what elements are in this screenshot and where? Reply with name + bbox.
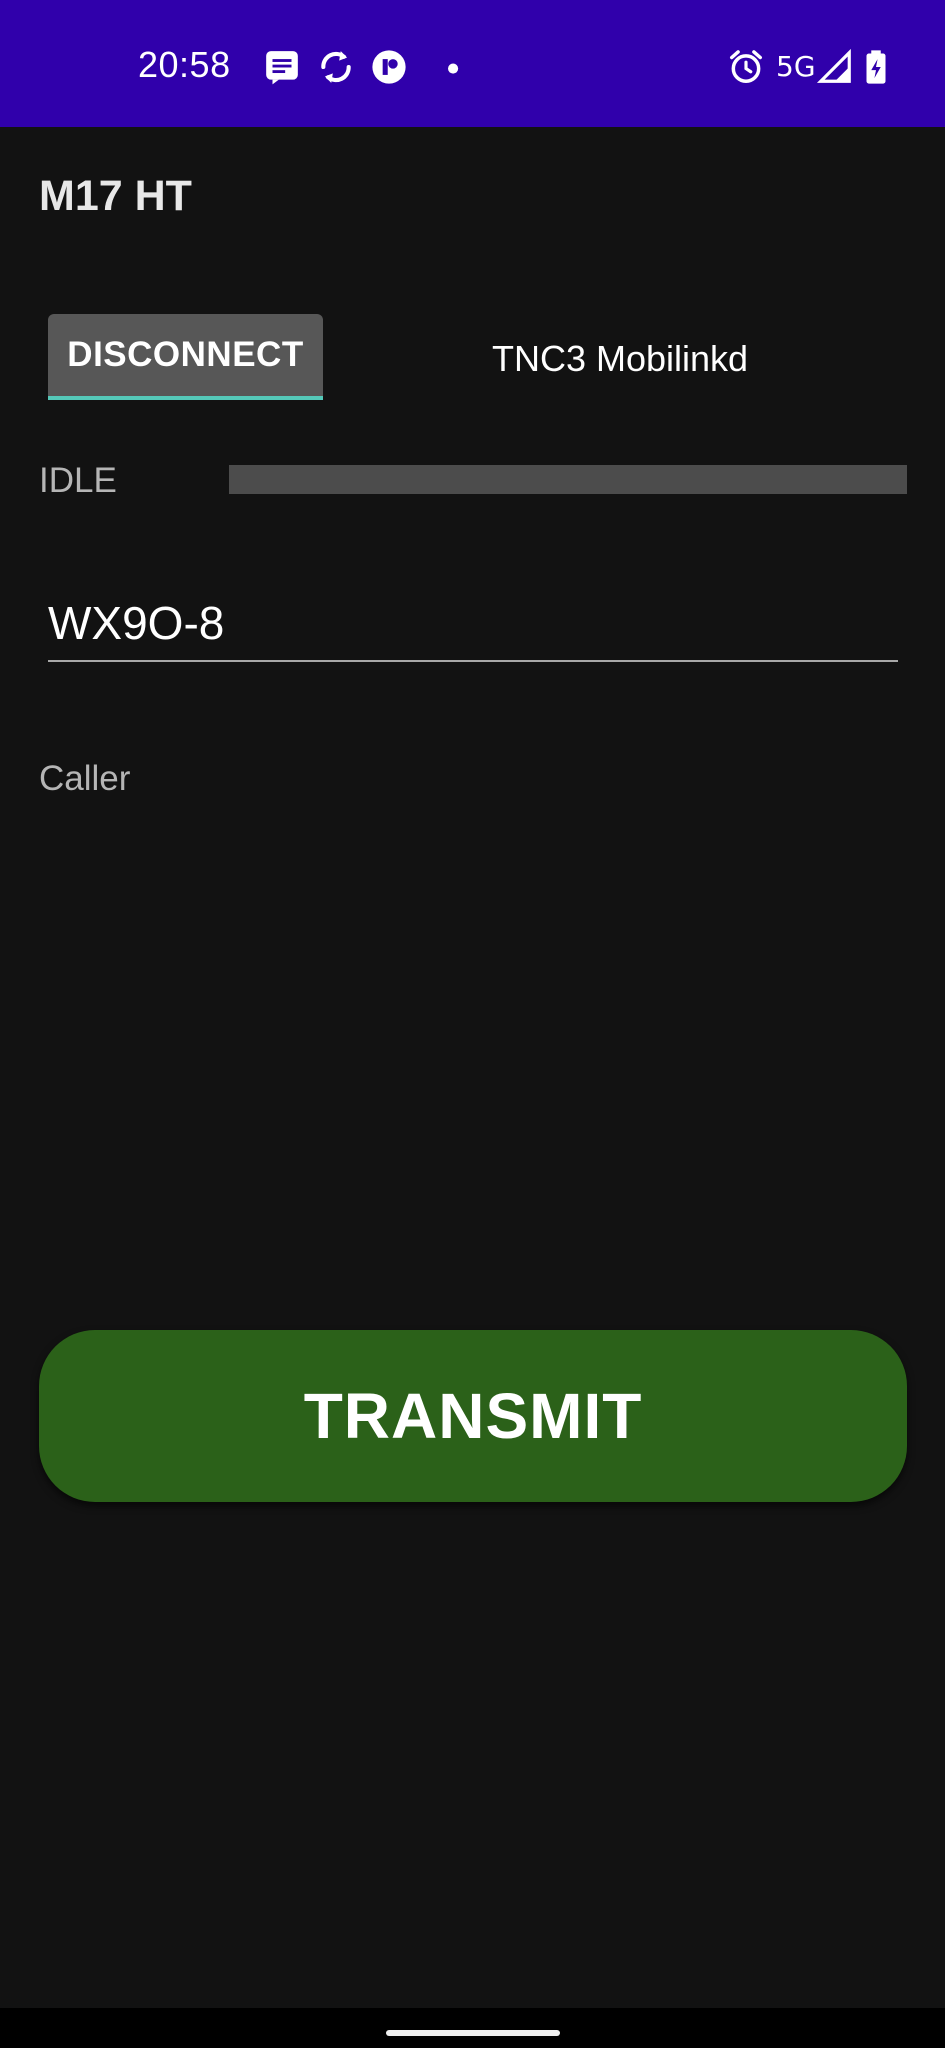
battery-charging-icon [866,50,886,84]
device-name: TNC3 Mobilinkd [492,338,749,379]
navigation-bar [0,2008,945,2048]
screen: 20:58 5G M17 HT DISCONNECT TNC3 Mobilink… [0,0,945,2048]
caller-label: Caller [39,759,131,798]
app-title: M17 HT [39,172,192,220]
app-notification-icon [372,50,406,84]
transmit-button[interactable]: TRANSMIT [39,1330,907,1502]
status-bar: 20:58 5G [0,0,945,127]
gesture-handle[interactable] [386,2030,560,2036]
status-time: 20:58 [138,44,231,85]
messages-icon [266,51,298,85]
level-meter [229,465,907,494]
alarm-icon [730,50,762,83]
signal-icon [816,48,851,83]
sync-icon [321,51,351,83]
status-label: IDLE [39,461,117,500]
dot-icon [448,63,459,74]
callsign-field[interactable] [48,586,898,662]
disconnect-button[interactable]: DISCONNECT [48,314,323,400]
network-type: 5G [776,50,816,83]
